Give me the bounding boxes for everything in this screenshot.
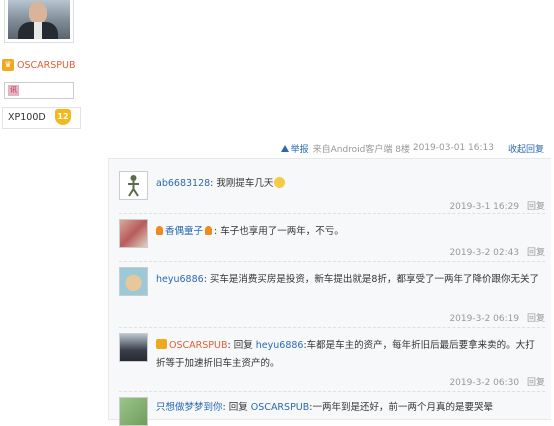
comment-date: 2019-3-1 16:29 bbox=[449, 202, 520, 212]
list-item: 香偶童子: 车子也享用了一两年，不亏。 2019-3-2 02:43 回复 bbox=[119, 213, 545, 262]
author-avatar-image bbox=[8, 0, 70, 39]
comment-text: :一两年到是还好，前一两个月真的是要哭晕 bbox=[309, 402, 493, 413]
reply-list: ab6683128: 我刚提车几天 2019-3-1 16:29 回复 香偶童子… bbox=[108, 158, 551, 426]
list-item: 只想做梦梦到你: 回复 OSCARSPUB:一两年到是还好，前一两个月真的是要哭… bbox=[119, 391, 545, 426]
flame-icon bbox=[205, 226, 213, 235]
report-label: 举报 bbox=[290, 144, 309, 155]
comment-text: 买车是消费买房是投资，新车提出就是8折，都享受了一两年了降价跟你无关了 bbox=[209, 274, 539, 285]
comment-text-line: 香偶童子: 车子也享用了一两年，不亏。 bbox=[156, 223, 541, 241]
reply-link[interactable]: 回复 bbox=[527, 248, 545, 258]
report-link[interactable]: 举报 bbox=[280, 142, 309, 155]
commenter-avatar[interactable] bbox=[119, 171, 148, 200]
comment-meta: 2019-3-2 06:30 回复 bbox=[449, 375, 545, 388]
reply-target-name[interactable]: heyu6886 bbox=[256, 340, 304, 351]
comment-text: 车子也享用了一两年，不亏。 bbox=[220, 226, 344, 237]
collapse-replies-link[interactable]: 收起回复 bbox=[508, 142, 544, 155]
comment-meta: 2019-3-2 02:43 回复 bbox=[449, 245, 545, 258]
comment-date: 2019-3-2 06:19 bbox=[449, 314, 520, 324]
comment-date: 2019-3-2 06:30 bbox=[449, 378, 520, 388]
commenter-avatar[interactable] bbox=[119, 219, 148, 248]
commenter-avatar[interactable] bbox=[119, 267, 148, 296]
comment-text-line: heyu6886: 买车是消费买房是投资，新车提出就是8折，都享受了一两年了降价… bbox=[156, 274, 539, 285]
smile-emoji-icon bbox=[274, 177, 286, 188]
author-badge-box: 讯 bbox=[4, 82, 74, 99]
list-item: ab6683128: 我刚提车几天 2019-3-1 16:29 回复 bbox=[119, 165, 545, 214]
author-level-box: XP100D 12 bbox=[2, 107, 81, 129]
author-name[interactable]: OSCARSPUB bbox=[17, 60, 75, 71]
comment-date: 2019-3-2 02:43 bbox=[449, 248, 520, 258]
list-item: heyu6886: 买车是消费买房是投资，新车提出就是8折，都享受了一两年了降价… bbox=[119, 261, 545, 328]
comment-text-line: ab6683128: 我刚提车几天 bbox=[156, 175, 541, 193]
warning-icon bbox=[280, 144, 289, 152]
comment-text-line: 只想做梦梦到你: 回复 OSCARSPUB:一两年到是还好，前一两个月真的是要哭… bbox=[156, 402, 493, 413]
post-datetime: 2019-03-01 16:13 bbox=[412, 143, 494, 153]
commenter-name[interactable]: 香偶童子 bbox=[165, 226, 203, 237]
flame-icon bbox=[156, 226, 163, 235]
reply-link[interactable]: 回复 bbox=[527, 378, 545, 388]
commenter-avatar[interactable] bbox=[119, 333, 148, 362]
comment-text-line: OSCARSPUB: 回复 heyu6886:车都是车主的资产，每年折旧后最后要… bbox=[156, 339, 535, 369]
post-floor: 8楼 bbox=[395, 144, 410, 155]
post-source: 来自Android客户端 bbox=[312, 144, 393, 155]
level-label[interactable]: XP100D bbox=[8, 112, 46, 123]
member-crown-icon: ♛ bbox=[2, 59, 14, 71]
author-name-row: ♛ OSCARSPUB bbox=[2, 59, 75, 71]
commenter-name[interactable]: heyu6886 bbox=[156, 274, 204, 285]
author-sidebar: ♛ OSCARSPUB 讯 XP100D 12 bbox=[0, 0, 82, 412]
reply-link[interactable]: 回复 bbox=[527, 314, 545, 324]
member-crown-icon bbox=[156, 339, 167, 349]
commenter-name[interactable]: ab6683128 bbox=[156, 178, 210, 189]
comment-meta: 2019-3-2 06:19 回复 bbox=[449, 311, 545, 324]
post-footer: 举报 来自Android客户端 8楼 2019-03-01 16:13 收起回复 bbox=[270, 141, 544, 155]
author-avatar[interactable] bbox=[4, 0, 74, 43]
level-badge-icon: 12 bbox=[55, 109, 71, 125]
commenter-name[interactable]: 只想做梦梦到你 bbox=[156, 402, 223, 413]
commenter-name[interactable]: OSCARSPUB bbox=[169, 340, 227, 351]
author-badge-icon[interactable]: 讯 bbox=[8, 85, 19, 96]
reply-target-name[interactable]: OSCARSPUB bbox=[251, 402, 309, 413]
list-item: OSCARSPUB: 回复 heyu6886:车都是车主的资产，每年折旧后最后要… bbox=[119, 327, 545, 392]
reply-link[interactable]: 回复 bbox=[527, 202, 545, 212]
comment-text: 我刚提车几天 bbox=[216, 178, 274, 189]
comment-meta: 2019-3-1 16:29 回复 bbox=[449, 199, 545, 212]
